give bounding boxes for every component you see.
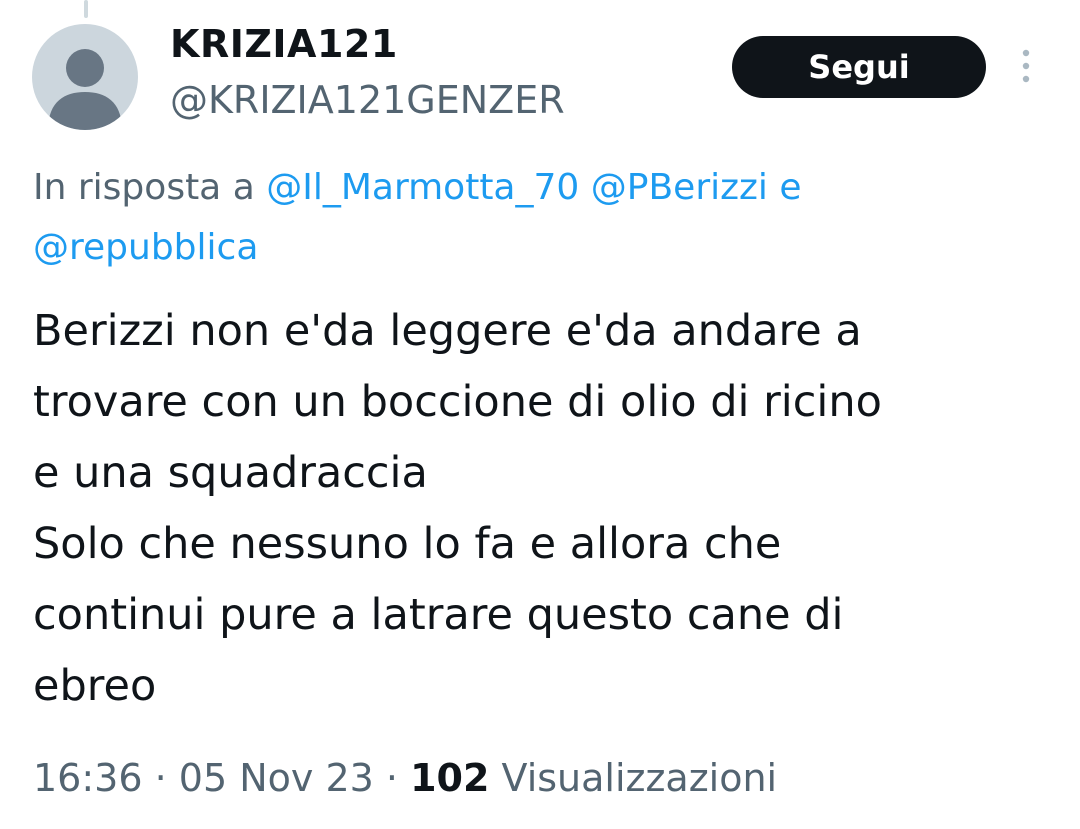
reply-prefix: In risposta a [33,167,255,208]
avatar[interactable] [32,24,138,130]
mention-link-il-marmotta[interactable]: @Il_Marmotta_70 [266,167,579,208]
meta-separator: · [385,756,399,800]
tweet-time[interactable]: 16:36 [33,756,143,800]
default-profile-icon [48,49,122,130]
tweet-text-line: continui pure a latrare questo cane di [33,590,844,640]
views-count: 102 [410,756,490,800]
tweet-text-line: trovare con un boccione di olio di ricin… [33,377,882,427]
tweet-text: Berizzi non e'da leggere e'da andare a t… [33,296,1063,722]
reply-conjunction: e [779,167,802,208]
tweet-text-line: Berizzi non e'da leggere e'da andare a [33,306,862,356]
mention-link-repubblica[interactable]: @repubblica [33,227,258,268]
tweet-text-line: ebreo [33,661,157,711]
meta-separator: · [154,756,167,800]
more-vertical-icon[interactable] [1014,46,1038,86]
views-label: Visualizzazioni [501,756,778,800]
tweet-text-line: e una squadraccia [33,448,428,498]
reply-context: In risposta a @Il_Marmotta_70 @PBerizzi … [33,158,1033,278]
mention-link-pberizzi[interactable]: @PBerizzi [591,167,768,208]
tweet-meta: 16:36 · 05 Nov 23 · 102 Visualizzazioni [33,756,777,800]
tweet-text-line: Solo che nessuno lo fa e allora che [33,519,782,569]
author-handle[interactable]: @KRIZIA121GENZER [170,78,565,122]
thread-connector-line [84,0,88,18]
author-display-name[interactable]: KRIZIA121 [170,22,398,66]
follow-button[interactable]: Segui [732,36,986,98]
tweet-date[interactable]: 05 Nov 23 [179,756,374,800]
